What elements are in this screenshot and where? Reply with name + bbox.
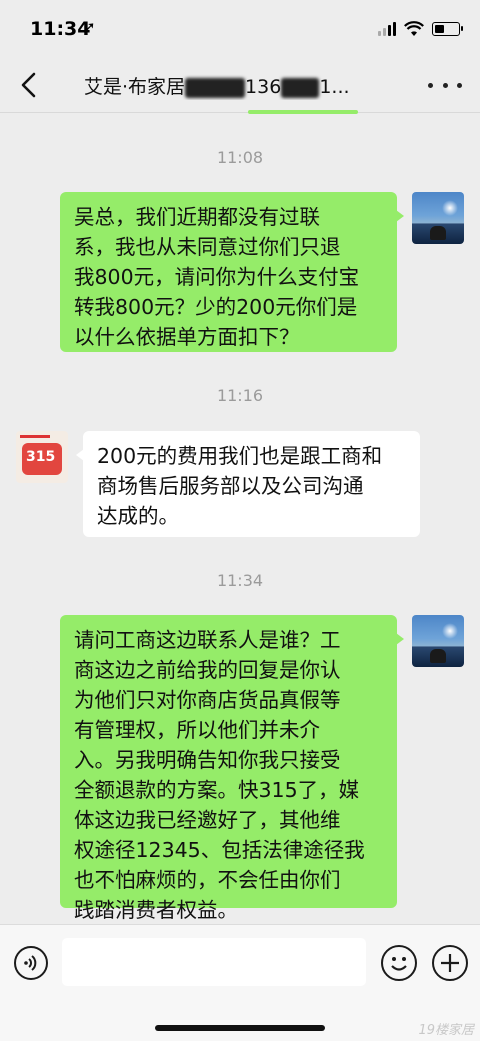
message-line: 全额退款的方案。快315了，媒 [74,778,360,802]
wifi-icon [404,21,424,36]
watermark: 19楼家居 [418,1023,474,1038]
status-icons [378,20,463,38]
chat-title: 艾是·布家居 136 1... [84,72,394,100]
message-line: 200元的费用我们也是跟工商和 [97,444,383,468]
location-arrow-icon: ➚ [83,18,96,36]
ellipsis-icon [428,82,433,88]
smiley-icon [391,957,407,971]
sent-message-bubble[interactable]: 请问工商这边联系人是谁？工 商这边之前给我的回复是你认 为他们只对你商店货品真假… [60,615,404,922]
previous-message-edge [248,110,358,114]
redacted-block [185,77,246,98]
signal-icon [378,22,396,36]
contact-avatar[interactable]: 315 [16,431,68,483]
message-line: 我800元，请问你为什么支付宝 [74,265,360,289]
message-timestamp: 11:08 [216,148,264,167]
home-indicator [155,1025,325,1031]
chat-title-name: 艾是·布家居 [84,76,186,98]
sent-message-bubble[interactable]: 吴总，我们近期都没有过联 系，我也从未同意过你们只退 我800元，请问你为什么支… [60,192,404,352]
battery-icon [432,22,463,36]
message-line: 吴总，我们近期都没有过联 [74,205,320,229]
message-timestamp: 11:16 [216,386,264,405]
message-line: 达成的。 [97,504,179,528]
chevron-left-icon [21,72,36,98]
avatar-label: 315 [26,449,56,465]
voice-input-button[interactable] [14,946,48,980]
message-line: 商这边之前给我的回复是你认 [74,658,341,682]
voice-icon [24,955,37,971]
message-line: 系，我也从未同意过你们只退 [74,235,341,259]
my-avatar[interactable] [412,192,464,244]
more-functions-button[interactable] [432,945,468,981]
chat-title-suffix: 1... [319,76,350,98]
redacted-block [281,77,320,98]
message-line: 权途径12345、包括法律途径我 [74,838,365,862]
message-input[interactable] [62,938,366,986]
message-line: 也不怕麻烦的，不会任由你们 [74,868,341,892]
message-line: 有管理权，所以他们并未介 [74,718,320,742]
message-line: 商场售后服务部以及公司沟通 [97,474,364,498]
chat-title-phone: 136 [245,76,282,98]
my-avatar[interactable] [412,615,464,667]
message-line: 践踏消费者权益。 [74,898,238,922]
message-line: 入。另我明确告知你我只接受 [74,748,341,772]
received-message-bubble[interactable]: 200元的费用我们也是跟工商和 商场售后服务部以及公司沟通 达成的。 [76,431,420,537]
status-time: 11:34 [30,18,91,40]
message-line: 请问工商这边联系人是谁？工 [74,628,341,652]
back-button[interactable] [14,68,44,102]
plus-icon [441,954,459,972]
message-timestamp: 11:34 [216,571,264,590]
more-options-button[interactable] [428,74,462,96]
emoji-button[interactable] [381,945,417,981]
message-line: 以什么依据单方面扣下？ [74,325,300,349]
chat-header: 艾是·布家居 136 1... [0,58,480,113]
input-bar: 19楼家居 [0,924,480,1041]
message-line: 体这边我已经邀好了，其他维 [74,808,341,832]
message-line: 为他们只对你商店货品真假等 [74,688,341,712]
message-line: 转我800元？少的200元你们是 [74,295,358,319]
status-bar: 11:34 ➚ [0,0,480,58]
